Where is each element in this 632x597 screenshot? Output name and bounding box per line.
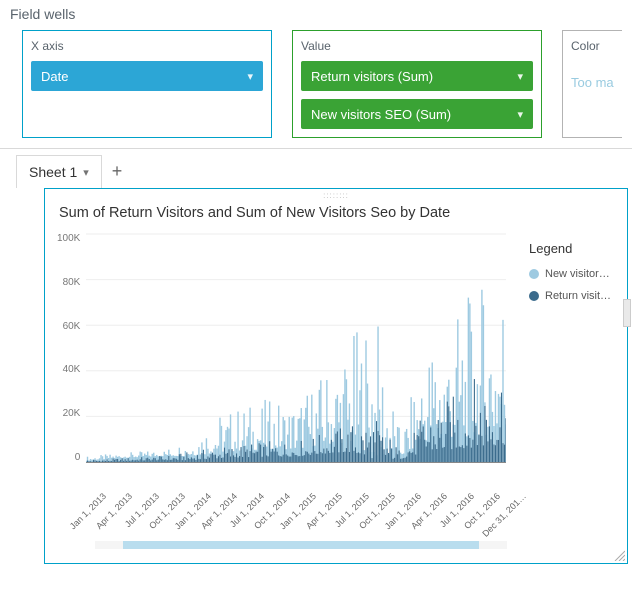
well-x-axis[interactable]: X axis Date ▾: [22, 30, 272, 138]
well-label-color: Color: [571, 39, 614, 53]
chevron-down-icon: ▾: [517, 70, 523, 83]
tab-bar: Sheet 1 ▾ +: [0, 149, 632, 188]
x-axis: Jan 1, 2013Apr 1, 2013Jul 1, 2013Oct 1, …: [93, 491, 513, 535]
add-sheet-button[interactable]: +: [112, 161, 123, 182]
y-tick: 20K: [63, 408, 81, 419]
chart-body: 100K 80K 60K 40K 20K 0 Jan 1, 2013Apr 1, 2013…: [45, 233, 627, 535]
pill-new-visitors-seo[interactable]: New visitors SEO (Sum) ▾: [301, 99, 533, 129]
well-value[interactable]: Value Return visitors (Sum) ▾ New visito…: [292, 30, 542, 138]
well-label-x: X axis: [31, 39, 263, 53]
chart-scrollbar-track[interactable]: [95, 541, 507, 549]
drag-handle-icon[interactable]: ::::::::: [323, 191, 349, 200]
resize-handle-icon[interactable]: [613, 549, 625, 561]
fieldwells-header: Field wells: [0, 0, 632, 30]
y-axis: 100K 80K 60K 40K 20K 0: [57, 233, 86, 463]
fieldwells-row: X axis Date ▾ Value Return visitors (Sum…: [0, 30, 632, 148]
legend-item[interactable]: New visitor…: [529, 268, 625, 280]
legend-title: Legend: [529, 241, 625, 256]
legend-swatch: [529, 269, 539, 279]
legend: Legend New visitor… Return visit…: [529, 233, 627, 535]
color-too-many-hint: Too many: [571, 61, 614, 90]
legend-label: Return visit…: [545, 290, 611, 302]
chevron-down-icon[interactable]: ▾: [83, 166, 89, 179]
well-label-value: Value: [301, 39, 533, 53]
pill-new-visitors-seo-label: New visitors SEO (Sum): [311, 107, 451, 122]
y-tick: 60K: [63, 321, 81, 332]
tab-sheet-1[interactable]: Sheet 1 ▾: [16, 155, 102, 188]
visualization-panel[interactable]: :::::::: Sum of Return Visitors and Sum …: [44, 188, 628, 564]
pill-date-label: Date: [41, 69, 68, 84]
chevron-down-icon: ▾: [247, 70, 253, 83]
legend-swatch: [529, 291, 539, 301]
side-handle[interactable]: [623, 299, 631, 327]
well-color[interactable]: Color Too many: [562, 30, 622, 138]
y-tick: 40K: [63, 364, 81, 375]
y-tick: 80K: [63, 277, 81, 288]
pill-return-visitors-label: Return visitors (Sum): [311, 69, 433, 84]
tab-sheet-1-label: Sheet 1: [29, 164, 77, 180]
legend-item[interactable]: Return visit…: [529, 290, 625, 302]
pill-return-visitors[interactable]: Return visitors (Sum) ▾: [301, 61, 533, 91]
chart-scrollbar-thumb[interactable]: [123, 541, 479, 549]
chart-plot: [86, 233, 506, 463]
legend-label: New visitor…: [545, 268, 610, 280]
y-tick: 0: [75, 452, 81, 463]
chevron-down-icon: ▾: [517, 108, 523, 121]
y-tick: 100K: [57, 233, 80, 244]
pill-date[interactable]: Date ▾: [31, 61, 263, 91]
